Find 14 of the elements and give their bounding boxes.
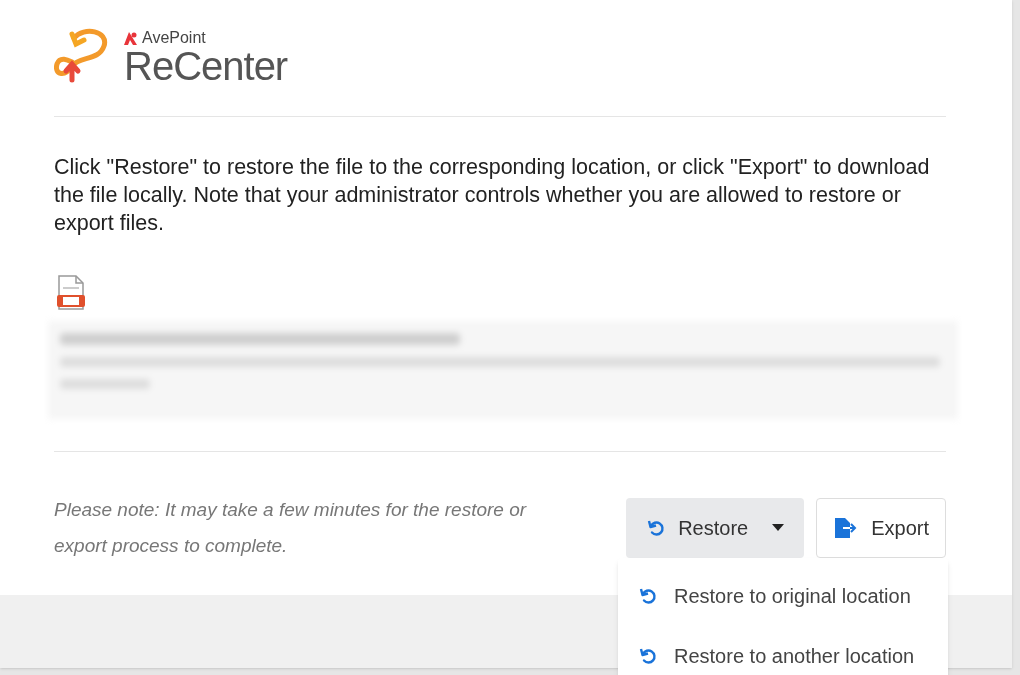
presentation-file-icon [54, 275, 88, 311]
note-text: Please note: It may take a few minutes for the restore or export process to complete. [54, 498, 528, 558]
menu-item[interactable]: Restore to original location [618, 566, 948, 626]
menu-item[interactable]: Restore to another location [618, 626, 948, 675]
brand-name: AvePoint [142, 30, 206, 46]
restore-button[interactable]: Restore [626, 498, 805, 558]
undo-icon [646, 518, 667, 538]
undo-icon [638, 646, 658, 666]
export-button[interactable]: Export [816, 498, 946, 558]
caret-icon [772, 524, 785, 532]
instruction-text: Click "Restore" to restore the file to the corresponding location, or click "Export" to download the file locally. Note that your administrator controls whether you are allowed to restore or export files. [54, 154, 931, 237]
undo-icon [638, 586, 658, 606]
brand-mark-icon [124, 31, 138, 45]
product-name: ReCenter [124, 46, 288, 86]
